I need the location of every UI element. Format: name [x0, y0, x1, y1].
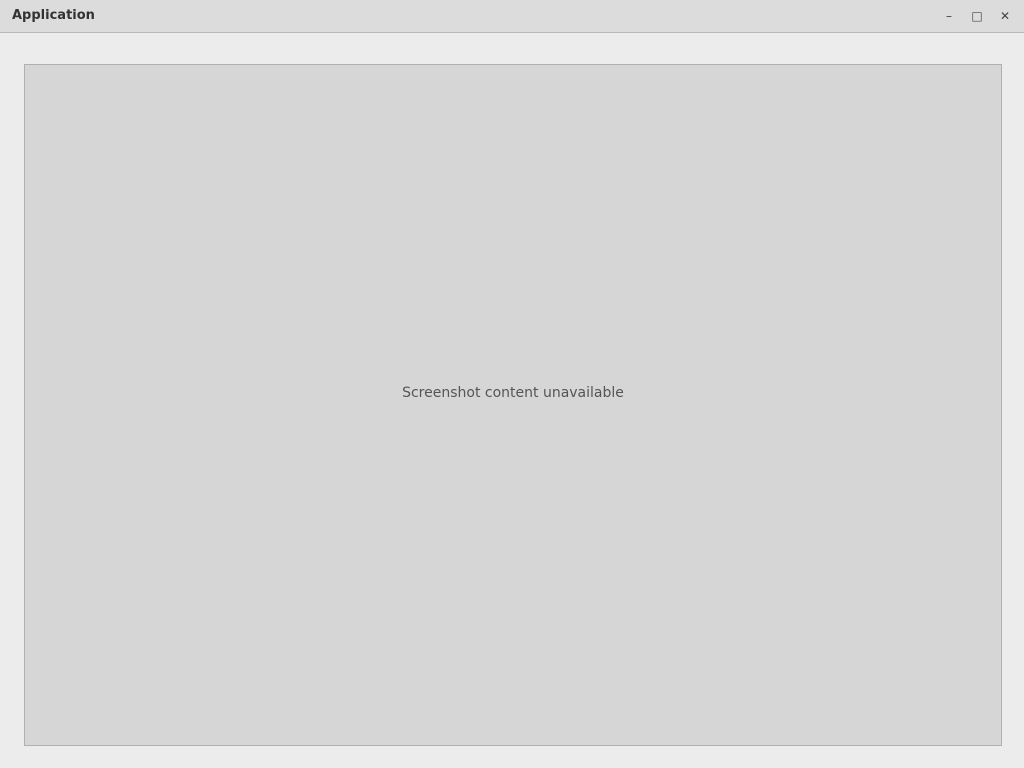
window-controls: – □ ✕ [938, 6, 1016, 26]
window-title: Application [12, 8, 95, 23]
maximize-icon[interactable]: □ [966, 6, 988, 26]
title-bar: Application – □ ✕ [0, 0, 1024, 33]
minimize-icon[interactable]: – [938, 6, 960, 26]
content-area: Screenshot content unavailable [24, 64, 1002, 746]
placeholder-notice: Screenshot content unavailable [402, 385, 624, 401]
close-icon[interactable]: ✕ [994, 6, 1016, 26]
